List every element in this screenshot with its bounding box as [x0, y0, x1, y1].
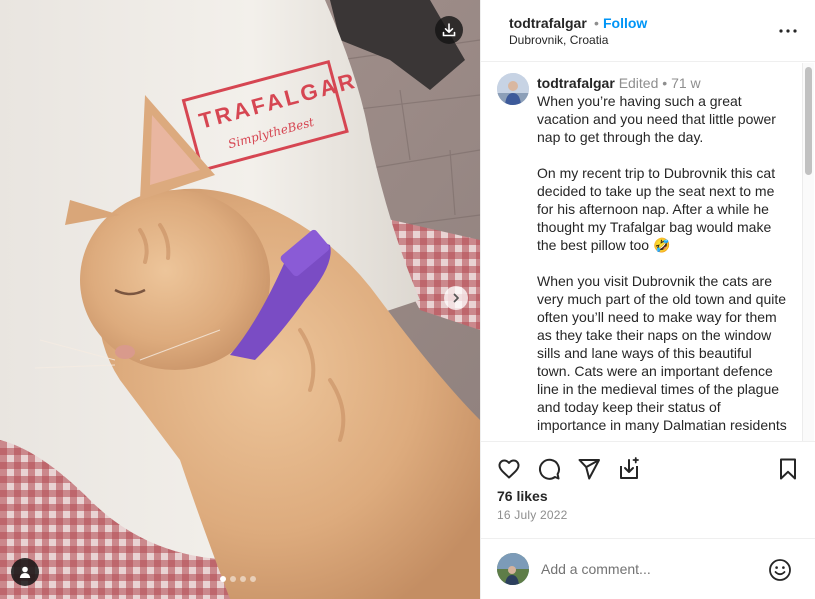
emoji-icon — [769, 559, 791, 581]
author-avatar-image — [497, 73, 529, 105]
caption-separator: • — [662, 75, 668, 91]
carousel-dot — [240, 576, 246, 582]
location-link[interactable]: Dubrovnik, Croatia — [509, 33, 608, 47]
post-header: todtrafalgar • Follow Dubrovnik, Croatia — [481, 0, 815, 62]
save-to-collection-button[interactable] — [616, 456, 642, 482]
current-user-avatar — [497, 553, 529, 585]
carousel-dot — [220, 576, 226, 582]
add-comment-bar — [481, 538, 815, 599]
post-photo[interactable]: TRAFALGAR SimplytheBest — [0, 0, 480, 599]
carousel-dot — [230, 576, 236, 582]
header-username[interactable]: todtrafalgar — [509, 15, 587, 31]
comment-button[interactable] — [536, 456, 562, 482]
comments-section[interactable]: todtrafalgar Edited • 71 w When you’re h… — [481, 63, 815, 441]
bookmark-button[interactable] — [775, 456, 801, 482]
follow-button[interactable]: Follow — [603, 15, 647, 31]
emoji-button[interactable] — [767, 557, 793, 583]
header-separator: • — [594, 15, 599, 31]
post-date[interactable]: 16 July 2022 — [497, 508, 567, 522]
share-button[interactable] — [576, 456, 602, 482]
author-avatar[interactable] — [497, 73, 529, 105]
share-icon — [578, 459, 600, 480]
post-side-panel: todtrafalgar • Follow Dubrovnik, Croatia… — [480, 0, 815, 599]
tagged-users-button[interactable] — [11, 558, 39, 586]
heart-icon — [498, 459, 520, 479]
chevron-right-icon — [453, 293, 459, 303]
comment-input[interactable] — [541, 559, 761, 579]
likes-count[interactable]: 76 likes — [497, 488, 548, 504]
more-options-button[interactable] — [777, 21, 799, 41]
user-tag-icon — [19, 566, 31, 578]
caption-text: When you’re having such a great vacation… — [537, 93, 787, 433]
save-to-collection-icon — [620, 457, 639, 479]
carousel-next-button[interactable] — [444, 286, 468, 310]
caption-username[interactable]: todtrafalgar — [537, 75, 615, 91]
carousel-indicator — [220, 576, 256, 582]
carousel-dot — [250, 576, 256, 582]
cat-on-bag-image: TRAFALGAR SimplytheBest — [0, 0, 480, 599]
download-button[interactable] — [435, 16, 463, 44]
post-caption: todtrafalgar Edited • 71 w When you’re h… — [537, 74, 789, 434]
bookmark-icon — [780, 458, 796, 480]
more-horizontal-icon — [779, 29, 797, 33]
caption-edited: Edited — [618, 75, 659, 91]
comments-scrollbar-thumb[interactable] — [805, 67, 812, 175]
like-button[interactable] — [496, 456, 522, 482]
caption-age[interactable]: 71 w — [671, 75, 701, 91]
comment-icon — [538, 458, 560, 480]
download-icon — [442, 23, 456, 37]
current-user-avatar-image — [497, 553, 529, 585]
